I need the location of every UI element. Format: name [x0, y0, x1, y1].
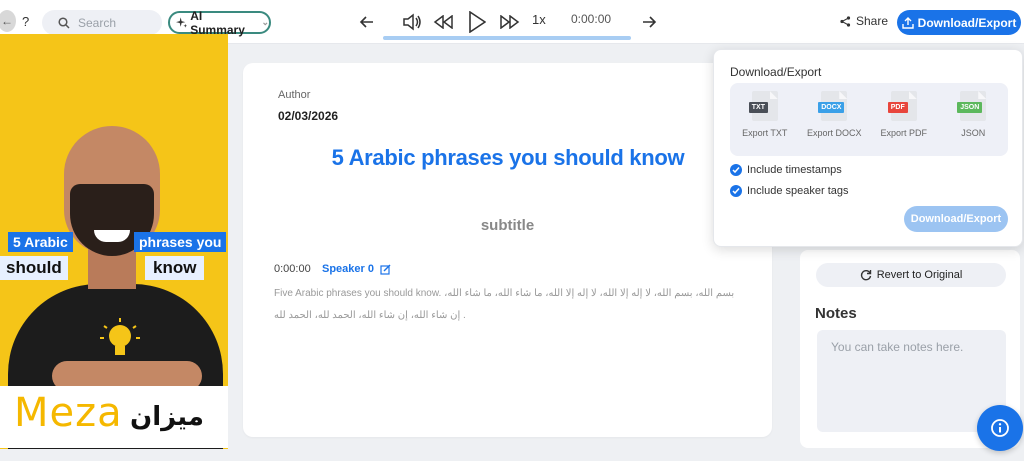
transcript-date[interactable]: 02/03/2026 [278, 109, 338, 123]
play-button[interactable] [464, 8, 490, 36]
search-box[interactable] [42, 10, 162, 35]
checkmark-icon [730, 185, 742, 197]
current-time: 0:00:00 [571, 12, 612, 26]
export-txt-option[interactable]: TXT Export TXT [732, 91, 798, 138]
speaker-label: Speaker 0 [322, 263, 374, 275]
revert-to-original-button[interactable]: Revert to Original [816, 263, 1006, 287]
volume-button[interactable] [400, 8, 424, 36]
playback-speed[interactable]: 1x [532, 12, 546, 27]
video-caption: 5 Arabic [8, 232, 73, 252]
back-button[interactable]: ← [0, 10, 16, 32]
playback-progress-bar[interactable] [383, 36, 631, 40]
export-json-option[interactable]: JSON JSON [940, 91, 1006, 138]
search-input[interactable] [78, 15, 148, 30]
channel-logo: Meza ميزان [0, 386, 228, 448]
checkmark-icon [730, 164, 742, 176]
revert-label: Revert to Original [876, 269, 963, 281]
transcript-subtitle[interactable]: subtitle [243, 217, 772, 234]
help-icon[interactable]: ? [22, 14, 29, 29]
fast-forward-button[interactable] [498, 8, 522, 36]
export-popup: Download/Export TXT Export TXT DOCX Expo… [713, 49, 1023, 247]
transcript-card: Author 02/03/2026 5 Arabic phrases you s… [243, 63, 772, 437]
sparkle-icon [176, 16, 188, 28]
export-pdf-option[interactable]: PDF Export PDF [871, 91, 937, 138]
edit-icon[interactable] [380, 264, 391, 275]
docx-file-icon: DOCX [818, 91, 848, 121]
ai-summary-dropdown[interactable]: AI Summary ⌄ [168, 8, 271, 37]
share-icon [840, 15, 851, 27]
logo-latin-text: Meza [14, 390, 123, 436]
play-icon [469, 11, 486, 33]
pdf-file-icon: PDF [887, 91, 917, 121]
info-icon [991, 419, 1009, 437]
share-button[interactable]: Share [840, 14, 888, 28]
video-player[interactable]: 5 Arabic phrases you should know Meza مي… [0, 34, 228, 449]
include-timestamps-label: Include timestamps [747, 164, 842, 176]
include-speaker-tags-label: Include speaker tags [747, 185, 849, 197]
export-format-list: TXT Export TXT DOCX Export DOCX PDF Expo… [730, 83, 1008, 156]
logo-arabic-text: ميزان [130, 402, 204, 432]
video-caption: should [0, 256, 68, 280]
info-button[interactable] [977, 405, 1023, 451]
refresh-icon [860, 270, 871, 281]
next-button[interactable] [637, 8, 661, 36]
video-caption: phrases you [134, 232, 227, 252]
segment-text[interactable]: Five Arabic phrases you should know. بسم… [274, 283, 744, 327]
transcript-title[interactable]: 5 Arabic phrases you should know [283, 145, 733, 171]
popup-download-export-button[interactable]: Download/Export [904, 206, 1008, 232]
speaker-tag[interactable]: Speaker 0 [322, 263, 391, 275]
notes-title: Notes [815, 305, 857, 322]
download-export-button[interactable]: Download/Export [897, 10, 1021, 35]
arrow-right-icon [643, 16, 657, 28]
export-pdf-label: Export PDF [880, 128, 927, 138]
lightbulb-icon [100, 318, 140, 355]
export-docx-option[interactable]: DOCX Export DOCX [801, 91, 867, 138]
include-speaker-tags-checkbox[interactable]: Include speaker tags [730, 185, 849, 197]
json-file-icon: JSON [957, 91, 987, 121]
search-icon [58, 16, 70, 29]
export-docx-label: Export DOCX [806, 128, 862, 138]
ai-summary-label: AI Summary [190, 8, 245, 37]
upload-icon [901, 16, 914, 29]
author-label: Author [278, 89, 311, 101]
txt-file-icon: TXT [748, 91, 778, 121]
chevron-down-icon: ⌄ [261, 17, 269, 27]
previous-button[interactable] [355, 8, 379, 36]
download-export-label: Download/Export [917, 15, 1017, 30]
arrow-left-icon [359, 16, 373, 28]
popup-title: Download/Export [730, 65, 822, 79]
volume-icon [403, 13, 421, 31]
notes-box[interactable] [817, 330, 1011, 432]
video-caption: know [145, 256, 205, 280]
export-json-label: JSON [961, 128, 986, 138]
segment-timestamp[interactable]: 0:00:00 [274, 263, 311, 275]
include-timestamps-checkbox[interactable]: Include timestamps [730, 164, 842, 176]
rewind-icon [433, 15, 453, 29]
export-txt-label: Export TXT [742, 128, 788, 138]
share-label: Share [856, 14, 889, 28]
rewind-button[interactable] [431, 8, 455, 36]
fast-forward-icon [500, 15, 520, 29]
